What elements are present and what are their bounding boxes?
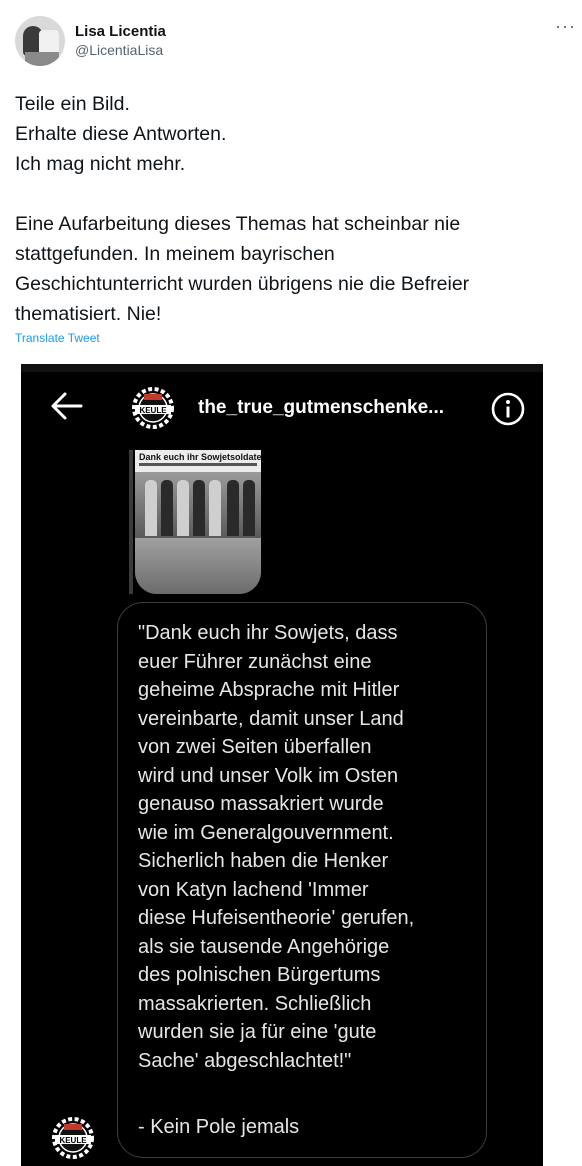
quote-line: "Dank euch ihr Sowjets, dass [138, 622, 398, 644]
author-name[interactable]: Lisa Licentia [75, 23, 166, 40]
quote-line: wird und unser Volk im Osten [138, 764, 399, 787]
tweet-line: Ich mag nicht mehr. [15, 153, 186, 175]
attached-image[interactable]: KEULE the_true_gutmenschenke... Dank euc… [21, 364, 543, 1166]
keule-logo-text: KEULE [59, 1136, 87, 1145]
photo-figure [209, 480, 221, 536]
message-signature: - Kein Pole jemals [138, 1116, 300, 1138]
photo-figure [161, 480, 173, 536]
thumbnail-subtitle-bar [139, 463, 257, 466]
more-options-icon[interactable]: ··· [555, 16, 576, 37]
keule-logo-text: KEULE [139, 406, 167, 415]
quote-line: von zwei Seiten überfallen [138, 736, 372, 758]
tweet-line: Teile ein Bild. [15, 93, 130, 115]
avatar[interactable] [15, 16, 65, 66]
status-bar [21, 364, 543, 372]
quote-line: massakrierten. Schließlich [138, 992, 372, 1015]
avatar-desk [25, 52, 59, 66]
keule-logo-icon: KEULE [132, 387, 174, 429]
photo-figure [177, 480, 189, 536]
thumbnail-fade [135, 538, 261, 594]
photo-figure [227, 480, 239, 536]
quote-line: von Katyn lachend 'Immer [138, 878, 369, 901]
info-icon [491, 392, 525, 426]
quote-line: geheime Absprache mit Hitler [138, 679, 400, 701]
quote-line: wurden sie ja für eine 'gute [138, 1021, 377, 1043]
quote-line: wie im Generalgouvernment. [138, 821, 394, 844]
tweet-text: Teile ein Bild. Erhalte diese Antworten.… [15, 89, 570, 329]
reply-rail [129, 450, 133, 594]
quote-line: Sache' abgeschlachtet!" [138, 1049, 352, 1072]
quote-line: als sie tausende Angehörige [138, 935, 390, 958]
tweet-line: stattgefunden. In meinem bayrischen [15, 243, 335, 265]
photo-figure [145, 480, 157, 536]
thumbnail-title: Dank euch ihr Sowjetsoldaten [139, 452, 261, 462]
quote-line: Sicherlich haben die Henker [138, 850, 389, 872]
quote-line: vereinbarte, damit unser Land [138, 707, 404, 730]
author-handle[interactable]: @LicentiaLisa [75, 42, 163, 58]
photo-figure [243, 480, 255, 536]
quote-line: diese Hufeisentheorie' gerufen, [138, 907, 415, 929]
thumbnail-photo: Dank euch ihr Sowjetsoldaten [135, 450, 261, 538]
keule-logo-icon: KEULE [52, 1117, 94, 1159]
tweet-line: Geschichtunterricht wurden übrigens nie … [15, 273, 470, 295]
tweet-header: Lisa Licentia @LicentiaLisa ··· [0, 0, 582, 70]
quote-line: euer Führer zunächst eine [138, 650, 372, 673]
message-bubble: "Dank euch ihr Sowjets, dass euer Führer… [117, 602, 487, 1158]
translate-tweet-link[interactable]: Translate Tweet [15, 331, 100, 345]
tweet-line: Erhalte diese Antworten. [15, 123, 227, 145]
tweet-line: thematisiert. Nie! [15, 303, 162, 325]
shared-post-thumbnail: Dank euch ihr Sowjetsoldaten [135, 450, 261, 594]
instagram-username: the_true_gutmenschenke... [198, 397, 445, 418]
quote-line: des polnischen Bürgertums [138, 964, 381, 986]
tweet-line: Eine Aufarbeitung dieses Themas hat sche… [15, 213, 461, 235]
message-quote: "Dank euch ihr Sowjets, dass euer Führer… [138, 619, 474, 1075]
back-arrow-icon [51, 392, 83, 420]
quote-line: genauso massakriert wurde [138, 793, 384, 815]
photo-figure [193, 480, 205, 536]
